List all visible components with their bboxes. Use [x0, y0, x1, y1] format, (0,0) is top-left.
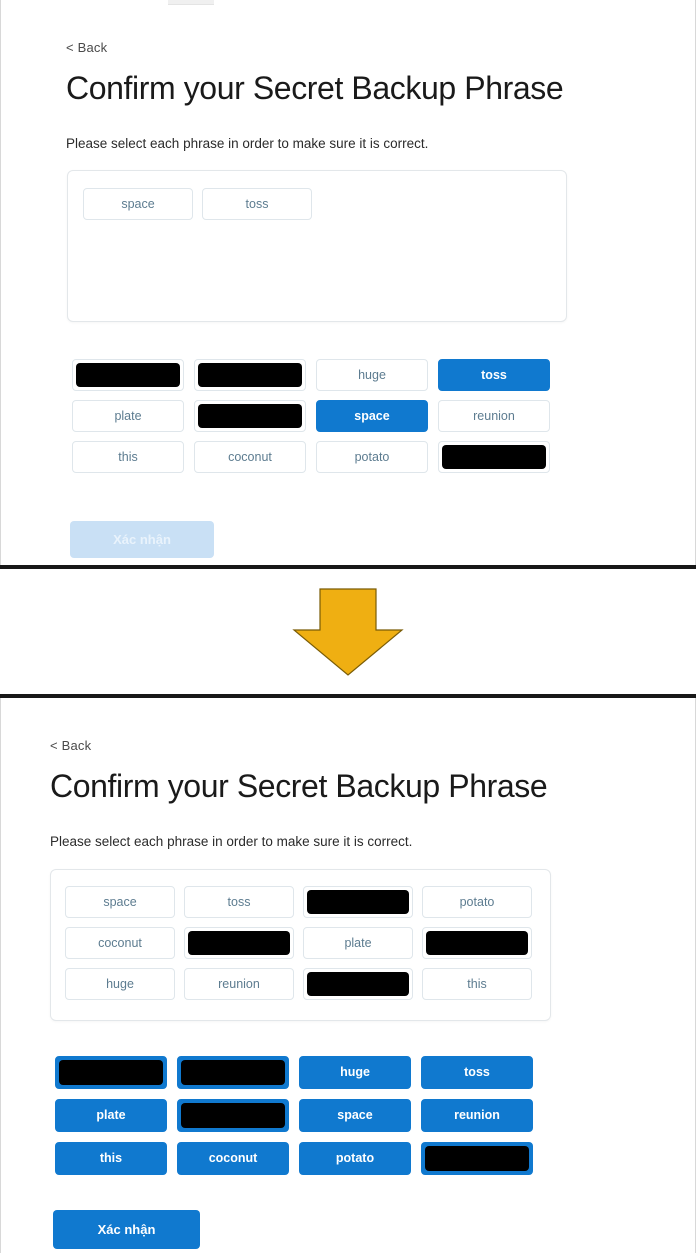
tile-label: space — [121, 196, 155, 211]
word-bank-tile-2[interactable]: huge — [316, 359, 428, 391]
tile-label: space — [354, 408, 390, 423]
back-link[interactable]: < Back — [66, 40, 107, 55]
down-arrow-icon — [292, 588, 404, 676]
tile-label: reunion — [454, 1108, 500, 1123]
selected-phrase-tile-2-2[interactable] — [303, 886, 413, 918]
word-bank-tile-8[interactable]: this — [72, 441, 184, 473]
word-bank-tile-9[interactable]: coconut — [194, 441, 306, 473]
tile-label: space — [103, 894, 137, 909]
tile-label: reunion — [473, 408, 515, 423]
selected-phrase-box-2[interactable]: space toss potato coconut plate huge reunion th… — [50, 869, 551, 1021]
redaction-bar — [181, 1060, 285, 1085]
word-bank-tile-2-4[interactable]: plate — [55, 1099, 167, 1132]
redaction-bar — [76, 363, 180, 387]
selected-phrase-tile-2-3[interactable]: potato — [422, 886, 532, 918]
divider-rule-top — [0, 565, 696, 569]
confirm-button: Xác nhận — [70, 521, 214, 558]
tile-label: coconut — [228, 449, 272, 464]
redaction-bar — [426, 931, 528, 955]
word-bank-grid-2: huge toss plate space reunion this coconut pota… — [55, 1056, 545, 1175]
selected-phrase-tile-2-7[interactable] — [422, 927, 532, 959]
word-bank-tile-2-2[interactable]: huge — [299, 1056, 411, 1089]
selected-phrase-tile-2-10[interactable] — [303, 968, 413, 1000]
redaction-bar — [59, 1060, 163, 1085]
word-bank-tile-2-0[interactable] — [55, 1056, 167, 1089]
confirm-button-2[interactable]: Xác nhận — [53, 1210, 200, 1249]
word-bank-tile-2-8[interactable]: this — [55, 1142, 167, 1175]
page-title: Confirm your Secret Backup Phrase — [66, 70, 564, 106]
selected-phrase-tile-2-6[interactable]: plate — [303, 927, 413, 959]
selected-phrase-tile-2-1[interactable]: toss — [184, 886, 294, 918]
panel-left-border — [0, 0, 1, 565]
tutorial-screenshot: < Back Confirm your Secret Backup Phrase… — [0, 0, 696, 1253]
page-subtitle: Please select each phrase in order to ma… — [66, 136, 429, 151]
step-one-panel: < Back Confirm your Secret Backup Phrase… — [0, 0, 696, 565]
word-bank-tile-1[interactable] — [194, 359, 306, 391]
tile-label: potato — [459, 894, 495, 909]
selected-phrase-box[interactable]: space toss — [67, 170, 567, 322]
selected-phrase-tile-2-9[interactable]: reunion — [184, 968, 294, 1000]
tile-label: huge — [340, 1065, 370, 1080]
tile-label: this — [99, 1151, 123, 1166]
word-bank-tile-2-10[interactable]: potato — [299, 1142, 411, 1175]
selected-phrase-tile-2-11[interactable]: this — [422, 968, 532, 1000]
back-link-2[interactable]: < Back — [50, 738, 91, 753]
selected-phrase-tile-2-5[interactable] — [184, 927, 294, 959]
clipped-top-element — [168, 0, 214, 5]
tile-label: toss — [227, 894, 251, 909]
tile-label: potato — [354, 449, 390, 464]
page-subtitle-2: Please select each phrase in order to ma… — [50, 834, 413, 849]
tile-label: toss — [245, 196, 269, 211]
redaction-bar — [181, 1103, 285, 1128]
tile-label: plate — [96, 1108, 126, 1123]
selected-phrase-tile-0[interactable]: space — [83, 188, 193, 220]
page-title-2: Confirm your Secret Backup Phrase — [50, 768, 548, 804]
redaction-bar — [307, 890, 409, 914]
word-bank-tile-7[interactable]: reunion — [438, 400, 550, 432]
tile-label: coconut — [208, 1151, 258, 1166]
tile-label: space — [337, 1108, 373, 1123]
selected-phrase-tile-2-0[interactable]: space — [65, 886, 175, 918]
redaction-bar — [198, 404, 302, 428]
redaction-bar — [307, 972, 409, 996]
word-bank-tile-3[interactable]: toss — [438, 359, 550, 391]
selected-phrase-grid: space toss — [83, 188, 566, 220]
word-bank-tile-4[interactable]: plate — [72, 400, 184, 432]
word-bank-tile-10[interactable]: potato — [316, 441, 428, 473]
redaction-bar — [442, 445, 546, 469]
tile-label: this — [118, 449, 138, 464]
word-bank-tile-2-9[interactable]: coconut — [177, 1142, 289, 1175]
tile-label: huge — [106, 976, 134, 991]
word-bank-tile-2-7[interactable]: reunion — [421, 1099, 533, 1132]
panel-left-border-2 — [0, 698, 1, 1253]
selected-phrase-tile-2-4[interactable]: coconut — [65, 927, 175, 959]
tile-label: reunion — [218, 976, 260, 991]
word-bank-tile-2-6[interactable]: space — [299, 1099, 411, 1132]
tile-label: coconut — [98, 935, 142, 950]
word-bank-tile-5[interactable] — [194, 400, 306, 432]
tile-label: toss — [481, 367, 507, 382]
tile-label: potato — [335, 1151, 375, 1166]
tile-label: plate — [114, 408, 142, 423]
transition-band — [0, 565, 696, 698]
selected-phrase-grid-2: space toss potato coconut plate huge reunion th… — [65, 886, 550, 1000]
selected-phrase-tile-2-8[interactable]: huge — [65, 968, 175, 1000]
tile-label: this — [467, 976, 487, 991]
word-bank-tile-2-1[interactable] — [177, 1056, 289, 1089]
step-two-panel: < Back Confirm your Secret Backup Phrase… — [0, 698, 696, 1253]
tile-label: huge — [358, 367, 386, 382]
tile-label: plate — [344, 935, 372, 950]
word-bank-tile-2-3[interactable]: toss — [421, 1056, 533, 1089]
word-bank-tile-6[interactable]: space — [316, 400, 428, 432]
redaction-bar — [198, 363, 302, 387]
redaction-bar — [425, 1146, 529, 1171]
selected-phrase-tile-1[interactable]: toss — [202, 188, 312, 220]
word-bank-tile-2-11[interactable] — [421, 1142, 533, 1175]
word-bank-tile-2-5[interactable] — [177, 1099, 289, 1132]
word-bank-tile-11[interactable] — [438, 441, 550, 473]
word-bank-tile-0[interactable] — [72, 359, 184, 391]
word-bank-grid: huge toss plate space reunion this coconut pota… — [72, 359, 562, 473]
redaction-bar — [188, 931, 290, 955]
tile-label: toss — [464, 1065, 490, 1080]
